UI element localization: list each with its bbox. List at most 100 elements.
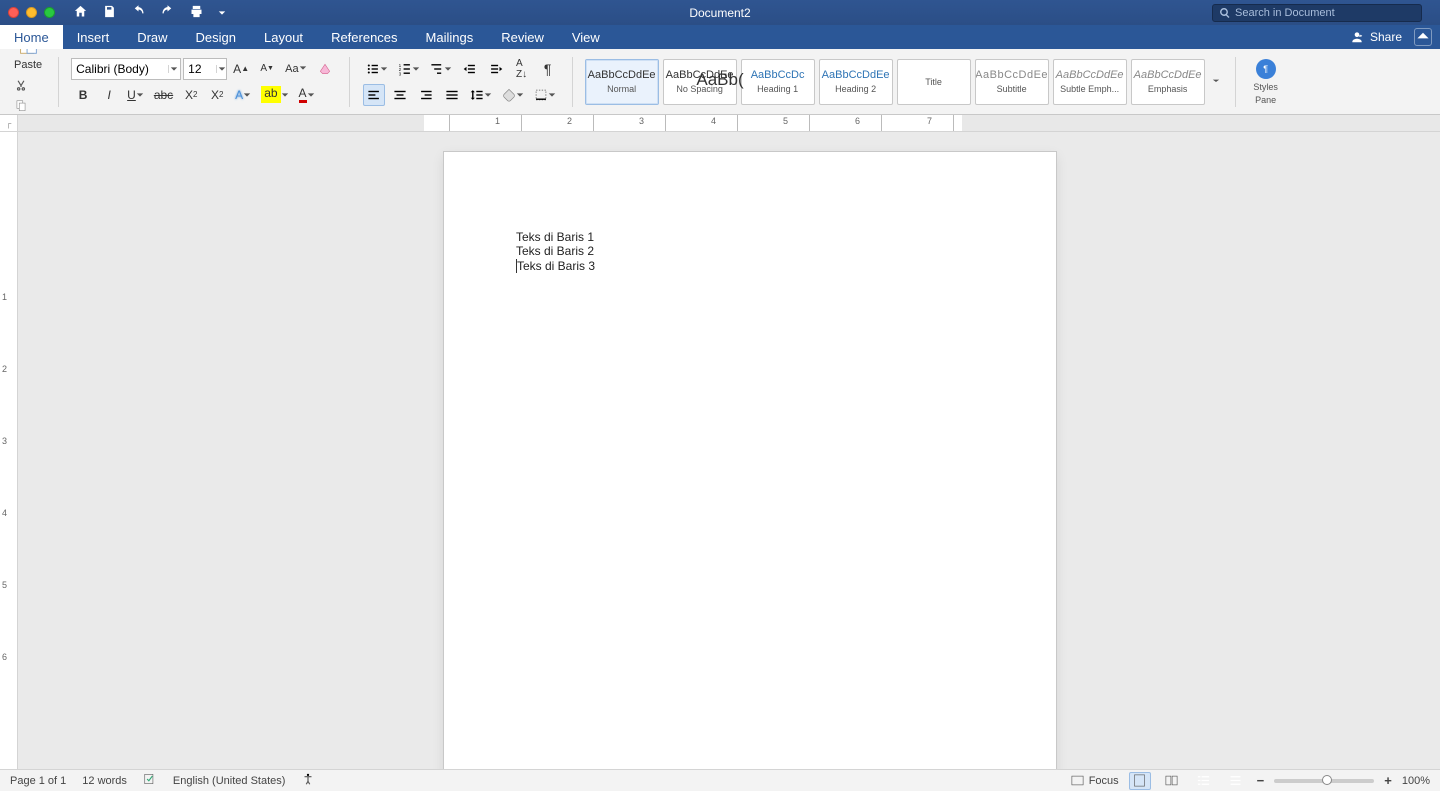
sort-button[interactable]: AZ↓ — [511, 58, 533, 80]
line-spacing-button[interactable] — [467, 84, 495, 106]
style-title[interactable]: AaBb(Title — [897, 59, 971, 105]
document-title: Document2 — [689, 6, 750, 20]
outline-view-button[interactable] — [1193, 772, 1215, 790]
font-name-dropdown[interactable] — [71, 58, 181, 80]
font-size-dropdown[interactable] — [183, 58, 227, 80]
style-normal[interactable]: AaBbCcDdEeNormal — [585, 59, 659, 105]
multilevel-list-button[interactable] — [427, 58, 455, 80]
share-button[interactable]: Share — [1370, 30, 1402, 44]
horizontal-ruler[interactable]: ┌ 1 2 3 4 5 6 7 — [0, 115, 1440, 132]
subscript-button[interactable]: X2 — [180, 84, 202, 106]
word-count[interactable]: 12 words — [82, 775, 127, 787]
paragraph-mark-icon: ¶ — [1256, 59, 1276, 79]
bold-button[interactable]: B — [72, 84, 94, 106]
cut-button[interactable] — [11, 77, 31, 95]
language-status[interactable]: English (United States) — [173, 775, 286, 787]
home-icon[interactable] — [73, 4, 88, 22]
accessibility-icon[interactable] — [301, 772, 315, 789]
zoom-in-button[interactable]: + — [1384, 773, 1392, 788]
spellcheck-icon[interactable] — [143, 772, 157, 789]
tab-references[interactable]: References — [317, 25, 411, 49]
print-icon[interactable] — [189, 4, 204, 22]
clear-formatting-button[interactable] — [314, 58, 336, 80]
styles-more-button[interactable] — [1209, 59, 1223, 105]
zoom-level[interactable]: 100% — [1402, 775, 1430, 787]
styles-pane-button[interactable]: ¶ Styles Pane — [1244, 59, 1288, 105]
borders-button[interactable] — [531, 84, 559, 106]
save-icon[interactable] — [102, 4, 117, 22]
ribbon-tabs: Home Insert Draw Design Layout Reference… — [0, 25, 1440, 49]
collapse-ribbon-button[interactable] — [1414, 28, 1432, 46]
align-right-button[interactable] — [415, 84, 437, 106]
show-paragraph-button[interactable]: ¶ — [537, 58, 559, 80]
document-page[interactable]: Teks di Baris 1 Teks di Baris 2 Teks di … — [444, 152, 1056, 769]
text-effects-button[interactable]: A — [232, 84, 254, 106]
style-emphasis[interactable]: AaBbCcDdEeEmphasis — [1131, 59, 1205, 105]
tab-review[interactable]: Review — [487, 25, 558, 49]
text-line: Teks di Baris 1 — [516, 230, 595, 244]
page-status[interactable]: Page 1 of 1 — [10, 775, 66, 787]
change-case-button[interactable]: Aa — [282, 58, 309, 80]
decrease-font-button[interactable]: A▼ — [256, 58, 278, 80]
document-scroll[interactable]: Teks di Baris 1 Teks di Baris 2 Teks di … — [18, 132, 1440, 769]
increase-font-button[interactable]: A▲ — [230, 58, 252, 80]
zoom-out-button[interactable]: − — [1257, 773, 1265, 788]
align-left-button[interactable] — [363, 84, 385, 106]
search-placeholder: Search in Document — [1235, 7, 1335, 19]
tab-design[interactable]: Design — [182, 25, 250, 49]
paste-label: Paste — [14, 59, 42, 71]
print-layout-view-button[interactable] — [1129, 772, 1151, 790]
share-person-icon — [1350, 30, 1364, 44]
zoom-slider[interactable] — [1274, 779, 1374, 783]
focus-mode-button[interactable]: Focus — [1070, 773, 1119, 788]
web-layout-view-button[interactable] — [1161, 772, 1183, 790]
italic-button[interactable]: I — [98, 84, 120, 106]
justify-button[interactable] — [441, 84, 463, 106]
svg-text:3: 3 — [398, 71, 401, 76]
style-subtitle[interactable]: AaBbCcDdEeSubtitle — [975, 59, 1049, 105]
font-group: A▲ A▼ Aa B I U abc X2 X2 A ab A — [67, 49, 340, 114]
tab-draw[interactable]: Draw — [123, 25, 181, 49]
style-subtle-emphasis[interactable]: AaBbCcDdEeSubtle Emph... — [1053, 59, 1127, 105]
search-input[interactable]: Search in Document — [1212, 4, 1422, 22]
status-bar: Page 1 of 1 12 words English (United Sta… — [0, 769, 1440, 791]
decrease-indent-button[interactable] — [459, 58, 481, 80]
text-line: Teks di Baris 3 — [516, 259, 595, 273]
title-bar: Document2 Search in Document — [0, 0, 1440, 25]
strikethrough-button[interactable]: abc — [151, 84, 176, 106]
shading-button[interactable] — [499, 84, 527, 106]
close-window-button[interactable] — [8, 7, 19, 18]
font-name-input[interactable] — [72, 59, 168, 79]
tab-mailings[interactable]: Mailings — [412, 25, 488, 49]
content-area: 1 2 3 4 5 6 Teks di Baris 1 Teks di Bari… — [0, 132, 1440, 769]
minimize-window-button[interactable] — [26, 7, 37, 18]
text-line: Teks di Baris 2 — [516, 244, 595, 258]
tab-insert[interactable]: Insert — [63, 25, 124, 49]
style-heading-2[interactable]: AaBbCcDdEeHeading 2 — [819, 59, 893, 105]
maximize-window-button[interactable] — [44, 7, 55, 18]
redo-icon[interactable] — [160, 4, 175, 22]
underline-button[interactable]: U — [124, 84, 147, 106]
copy-button[interactable] — [11, 97, 31, 115]
document-body[interactable]: Teks di Baris 1 Teks di Baris 2 Teks di … — [516, 230, 595, 273]
superscript-button[interactable]: X2 — [206, 84, 228, 106]
window-controls — [8, 7, 55, 18]
align-center-button[interactable] — [389, 84, 411, 106]
customize-qa-icon[interactable] — [218, 6, 226, 20]
vertical-ruler[interactable]: 1 2 3 4 5 6 — [0, 132, 18, 769]
clipboard-group: Paste — [6, 49, 50, 114]
tab-layout[interactable]: Layout — [250, 25, 317, 49]
quick-access-toolbar — [73, 4, 226, 22]
draft-view-button[interactable] — [1225, 772, 1247, 790]
increase-indent-button[interactable] — [485, 58, 507, 80]
style-gallery: AaBbCcDdEeNormal AaBbCcDdEeNo Spacing Aa… — [585, 59, 1223, 105]
font-color-button[interactable]: A — [296, 84, 318, 106]
highlight-button[interactable]: ab — [258, 84, 291, 106]
tab-home[interactable]: Home — [0, 25, 63, 49]
undo-icon[interactable] — [131, 4, 146, 22]
tab-view[interactable]: View — [558, 25, 614, 49]
font-size-input[interactable] — [184, 59, 216, 79]
numbering-button[interactable]: 123 — [395, 58, 423, 80]
style-heading-1[interactable]: AaBbCcDcHeading 1 — [741, 59, 815, 105]
bullets-button[interactable] — [363, 58, 391, 80]
